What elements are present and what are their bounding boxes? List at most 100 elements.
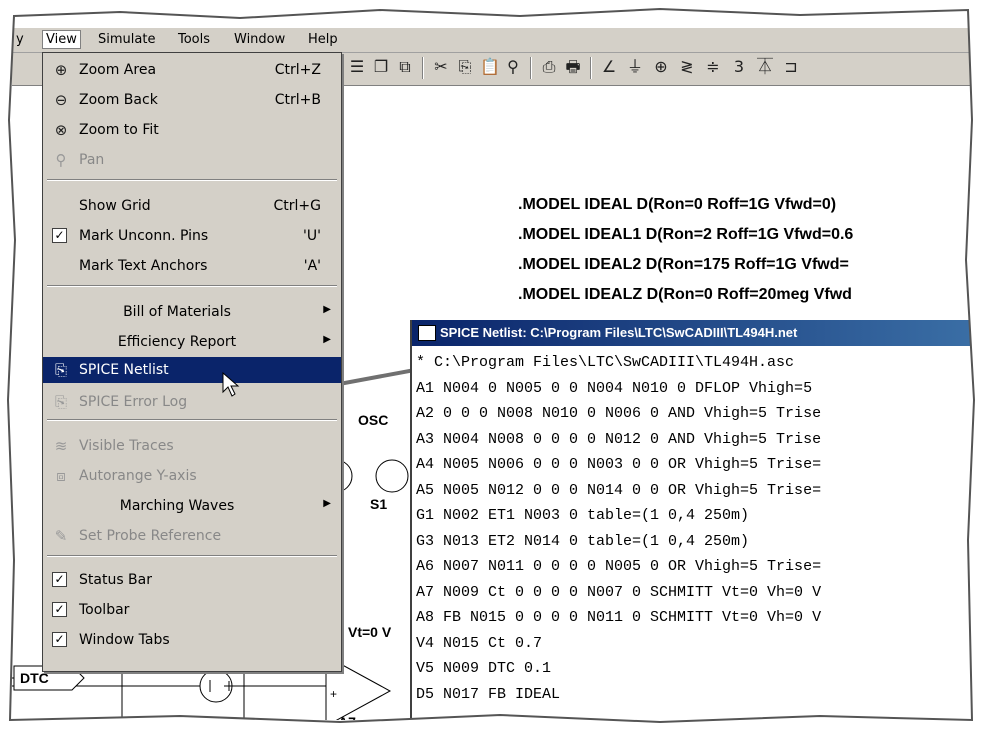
netlist-line: A3 N004 N008 0 0 0 0 N012 0 AND Vhigh=5 … bbox=[416, 430, 822, 448]
menu-item-zoom-fit[interactable]: ⊗ Zoom to Fit bbox=[43, 117, 341, 143]
arrange-icon[interactable]: ⧉ bbox=[396, 58, 414, 76]
menu-file-partial[interactable]: y bbox=[16, 32, 24, 47]
menu-tools[interactable]: Tools bbox=[178, 32, 210, 47]
checkbox-checked-icon: ✓ bbox=[52, 572, 67, 587]
menu-item-label: Pan bbox=[79, 152, 105, 168]
shortcut: Ctrl+G bbox=[273, 198, 322, 214]
copy-icon[interactable]: ⎘ bbox=[456, 58, 474, 76]
resistor-icon[interactable]: ≷ bbox=[678, 58, 696, 76]
submenu-arrow-icon: ▶ bbox=[323, 498, 331, 509]
mouse-cursor-icon bbox=[222, 372, 240, 397]
menu-item-spice-netlist[interactable]: ⎘ SPICE Netlist bbox=[43, 357, 341, 383]
menu-item-zoom-back[interactable]: ⊖ Zoom Back Ctrl+B bbox=[43, 87, 341, 113]
menu-window[interactable]: Window bbox=[234, 32, 285, 47]
netlist-text[interactable]: * C:\Program Files\LTC\SwCADIII\TL494H.a… bbox=[416, 350, 970, 707]
component-icon[interactable]: ⊐ bbox=[782, 58, 800, 76]
print-icon[interactable]: 🖶 bbox=[564, 58, 582, 76]
paste-icon[interactable]: 📋 bbox=[480, 58, 500, 76]
menu-item-pan[interactable]: ⚲ Pan bbox=[43, 147, 341, 173]
menu-separator bbox=[47, 419, 337, 421]
print-preview-icon[interactable]: ⎙ bbox=[540, 58, 558, 76]
menu-item-visible-traces[interactable]: ≋ Visible Traces bbox=[43, 433, 341, 459]
menu-simulate[interactable]: Simulate bbox=[98, 32, 155, 47]
inductor-icon[interactable]: 3 bbox=[730, 58, 748, 76]
menu-separator bbox=[47, 555, 337, 557]
netlist-line: A8 FB N015 0 0 0 0 N011 0 SCHMITT Vt=0 V… bbox=[416, 609, 822, 626]
netlist-line: A1 N004 0 N005 0 0 N004 N010 0 DFLOP Vhi… bbox=[416, 379, 813, 397]
menu-item-label: SPICE Netlist bbox=[79, 362, 169, 378]
menu-item-label: Zoom to Fit bbox=[79, 122, 159, 138]
screenshot-frame: y View Simulate Tools Window Help ☰ ❐ ⧉ … bbox=[12, 14, 970, 720]
netlist-line: V5 N009 DTC 0.1 bbox=[416, 660, 552, 677]
menu-item-label: Visible Traces bbox=[79, 438, 174, 454]
a7-label[interactable]: A7 bbox=[338, 714, 356, 720]
autorange-icon: ⧈ bbox=[56, 467, 66, 485]
menu-item-set-probe-reference[interactable]: ✎ Set Probe Reference bbox=[43, 523, 341, 549]
traces-icon: ≋ bbox=[54, 437, 68, 455]
menu-item-mark-text-anchors[interactable]: Mark Text Anchors 'A' bbox=[43, 253, 341, 279]
menu-item-label: Autorange Y-axis bbox=[79, 468, 197, 484]
menu-item-bill-of-materials[interactable]: Bill of Materials ▶ bbox=[43, 299, 341, 325]
s1-label[interactable]: S1 bbox=[370, 496, 387, 512]
zoom-fit-icon: ⊗ bbox=[54, 121, 68, 139]
dtc-label[interactable]: DTC bbox=[20, 670, 49, 686]
spice-netlist-window: SPICE Netlist: C:\Program Files\LTC\SwCA… bbox=[410, 320, 970, 720]
view-menu: ⊕ Zoom Area Ctrl+Z ⊖ Zoom Back Ctrl+B ⊗ … bbox=[42, 52, 342, 672]
netlist-line: A6 N007 N011 0 0 0 0 N005 0 OR Vhigh=5 T… bbox=[416, 558, 822, 575]
menu-help[interactable]: Help bbox=[308, 32, 338, 47]
menu-item-label: Bill of Materials bbox=[123, 304, 231, 320]
window-icon bbox=[418, 325, 436, 341]
menu-item-efficiency-report[interactable]: Efficiency Report ▶ bbox=[43, 329, 341, 355]
shortcut: 'U' bbox=[303, 228, 321, 244]
shortcut: 'A' bbox=[303, 258, 321, 274]
menu-item-label: Toolbar bbox=[79, 602, 130, 618]
label-net-icon[interactable]: ⊕ bbox=[652, 58, 670, 76]
netlist-title-bar[interactable]: SPICE Netlist: C:\Program Files\LTC\SwCA… bbox=[412, 320, 970, 346]
menu-item-label: Mark Unconn. Pins bbox=[79, 228, 209, 244]
menu-item-zoom-area[interactable]: ⊕ Zoom Area Ctrl+Z bbox=[43, 57, 341, 83]
netlist-line: A5 N005 N012 0 0 0 N014 0 0 OR Vhigh=5 T… bbox=[416, 481, 822, 499]
switch-circle bbox=[375, 459, 409, 493]
menu-item-autorange-y-axis[interactable]: ⧈ Autorange Y-axis bbox=[43, 463, 341, 489]
checkbox-checked-icon: ✓ bbox=[52, 632, 67, 647]
menu-item-label: Window Tabs bbox=[79, 632, 170, 648]
cut-icon[interactable]: ✂ bbox=[432, 58, 450, 76]
zoom-in-icon: ⊕ bbox=[54, 61, 68, 79]
netlist-line: G3 N013 ET2 N014 0 table=(1 0,4 250m) bbox=[416, 532, 750, 550]
menu-item-label: Set Probe Reference bbox=[79, 528, 222, 544]
menu-view[interactable]: View bbox=[42, 30, 81, 49]
netlist-line: A2 0 0 0 N008 N010 0 N006 0 AND Vhigh=5 … bbox=[416, 405, 822, 422]
checkbox-checked-icon: ✓ bbox=[52, 228, 67, 243]
error-log-icon: ⎘ bbox=[54, 393, 67, 411]
vt-label[interactable]: Vt=0 V bbox=[348, 624, 391, 640]
zoom-out-icon: ⊖ bbox=[54, 91, 68, 109]
cascade-icon[interactable]: ❐ bbox=[372, 58, 390, 76]
menu-item-mark-unconn-pins[interactable]: ✓ Mark Unconn. Pins 'U' bbox=[43, 223, 341, 249]
find-icon[interactable]: ⚲ bbox=[504, 58, 522, 76]
menu-item-label: Show Grid bbox=[79, 198, 151, 214]
pan-icon: ⚲ bbox=[55, 151, 67, 169]
netlist-line: A7 N009 Ct 0 0 0 0 N007 0 SCHMITT Vt=0 V… bbox=[416, 583, 822, 601]
netlist-title: SPICE Netlist: C:\Program Files\LTC\SwCA… bbox=[440, 325, 798, 340]
menu-item-marching-waves[interactable]: Marching Waves ▶ bbox=[43, 493, 341, 519]
netlist-line: D5 N017 FB IDEAL bbox=[416, 685, 561, 703]
menu-item-label: Zoom Back bbox=[79, 92, 158, 108]
menu-item-show-grid[interactable]: Show Grid Ctrl+G bbox=[43, 193, 341, 219]
netlist-line: V4 N015 Ct 0.7 bbox=[416, 634, 543, 652]
tile-horizontal-icon[interactable]: ☰ bbox=[348, 58, 366, 76]
ground-icon[interactable]: ⏚ bbox=[626, 58, 644, 76]
menu-item-label: Marching Waves bbox=[119, 498, 235, 514]
wire-icon[interactable]: ∠ bbox=[600, 58, 618, 76]
netlist-line: * C:\Program Files\LTC\SwCADIII\TL494H.a… bbox=[416, 354, 795, 371]
capacitor-icon[interactable]: ≑ bbox=[704, 58, 722, 76]
submenu-arrow-icon: ▶ bbox=[323, 334, 331, 345]
checkbox-checked-icon: ✓ bbox=[52, 602, 67, 617]
diode-icon[interactable]: ⏄ bbox=[756, 58, 774, 76]
menu-separator bbox=[47, 179, 337, 181]
menu-item-spice-error-log[interactable]: ⎘ SPICE Error Log bbox=[43, 389, 341, 415]
menu-item-window-tabs[interactable]: ✓ Window Tabs bbox=[43, 627, 341, 653]
osc-label[interactable]: OSC bbox=[358, 412, 388, 428]
netlist-line: G1 N002 ET1 N003 0 table=(1 0,4 250m) bbox=[416, 507, 750, 524]
menu-item-toolbar[interactable]: ✓ Toolbar bbox=[43, 597, 341, 623]
menu-item-status-bar[interactable]: ✓ Status Bar bbox=[43, 567, 341, 593]
